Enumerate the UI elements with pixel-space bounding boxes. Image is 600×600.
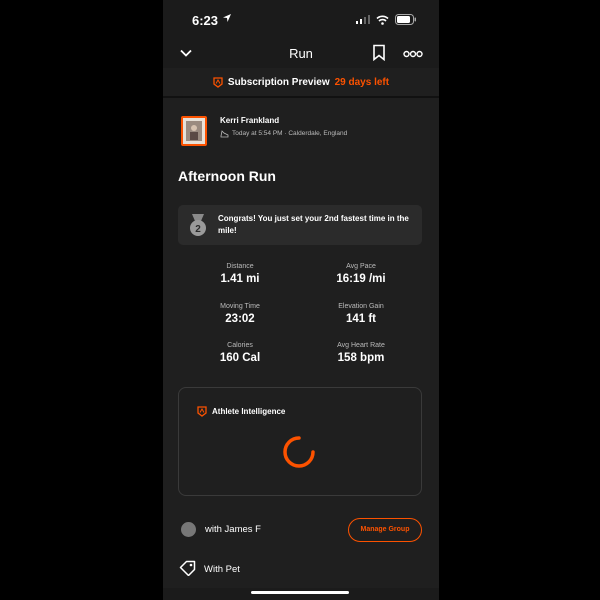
phone-screen: 6:23 Run Subscription Preview 29 days le… [163,0,439,600]
activity-meta-text: Today at 5:54 PM · Calderdale, England [232,130,348,137]
stat-avg-heart-rate: Avg Heart Rate 158 bpm [316,342,406,364]
stat-label: Moving Time [220,303,260,310]
more-options-icon[interactable] [403,50,423,58]
stat-value: 160 Cal [219,352,261,364]
status-bar: 6:23 [163,0,439,40]
activity-content: Kerri Frankland Today at 5:54 PM · Calde… [163,98,439,588]
group-member-avatar[interactable] [181,522,196,537]
athlete-avatar[interactable] [181,116,207,146]
pet-text: With Pet [204,564,240,575]
page-title: Run [289,46,313,61]
group-text[interactable]: with James F [205,524,261,535]
activity-title: Afternoon Run [178,168,276,184]
running-shoe-icon [220,130,229,138]
pet-row[interactable]: With Pet [163,560,439,580]
wifi-icon [376,15,389,25]
achievement-banner[interactable]: 2 Congrats! You just set your 2nd fastes… [178,205,422,245]
activity-meta: Today at 5:54 PM · Calderdale, England [220,129,347,138]
stat-label: Distance [226,263,254,270]
loading-spinner-icon [283,436,315,468]
stat-value: 23:02 [225,313,255,325]
stat-value: 1.41 mi [220,273,260,285]
stat-value: 16:19 /mi [336,273,386,285]
status-time: 6:23 [192,13,219,28]
signal-icon [356,15,370,24]
stat-calories: Calories 160 Cal [195,342,285,364]
athlete-photo-icon [186,121,202,141]
stat-distance: Distance 1.41 mi [195,263,285,285]
subscription-preview-banner[interactable]: Subscription Preview 29 days left [163,68,439,98]
stat-label: Avg Heart Rate [337,342,385,349]
strava-shield-icon [213,76,223,88]
stat-label: Elevation Gain [338,303,384,310]
status-icons [356,14,417,25]
battery-icon [395,14,416,25]
stat-value: 141 ft [345,313,377,325]
location-arrow-icon [223,14,231,22]
medal-number: 2 [195,224,201,235]
medal-icon: 2 [190,214,206,236]
home-indicator[interactable] [251,591,349,594]
manage-group-button[interactable]: Manage Group [348,518,422,542]
bookmark-icon[interactable] [372,44,386,61]
athlete-name[interactable]: Kerri Frankland [220,116,279,125]
tag-icon [179,560,196,576]
stat-elevation-gain: Elevation Gain 141 ft [316,303,406,325]
subscription-label: Subscription Preview [227,76,330,88]
athlete-intelligence-card[interactable]: Athlete Intelligence [178,387,422,496]
stat-value: 158 bpm [337,352,385,364]
stat-label: Calories [227,342,253,349]
subscription-days-left: 29 days left [334,76,390,88]
stat-label: Avg Pace [346,263,376,270]
group-row: with James F Manage Group [163,518,439,542]
athlete-intelligence-title: Athlete Intelligence [212,407,286,416]
stat-avg-pace: Avg Pace 16:19 /mi [316,263,406,285]
nav-bar: Run [163,40,439,68]
achievement-text: Congrats! You just set your 2nd fastest … [218,214,409,235]
strava-shield-icon [197,406,207,417]
stat-moving-time: Moving Time 23:02 [195,303,285,325]
